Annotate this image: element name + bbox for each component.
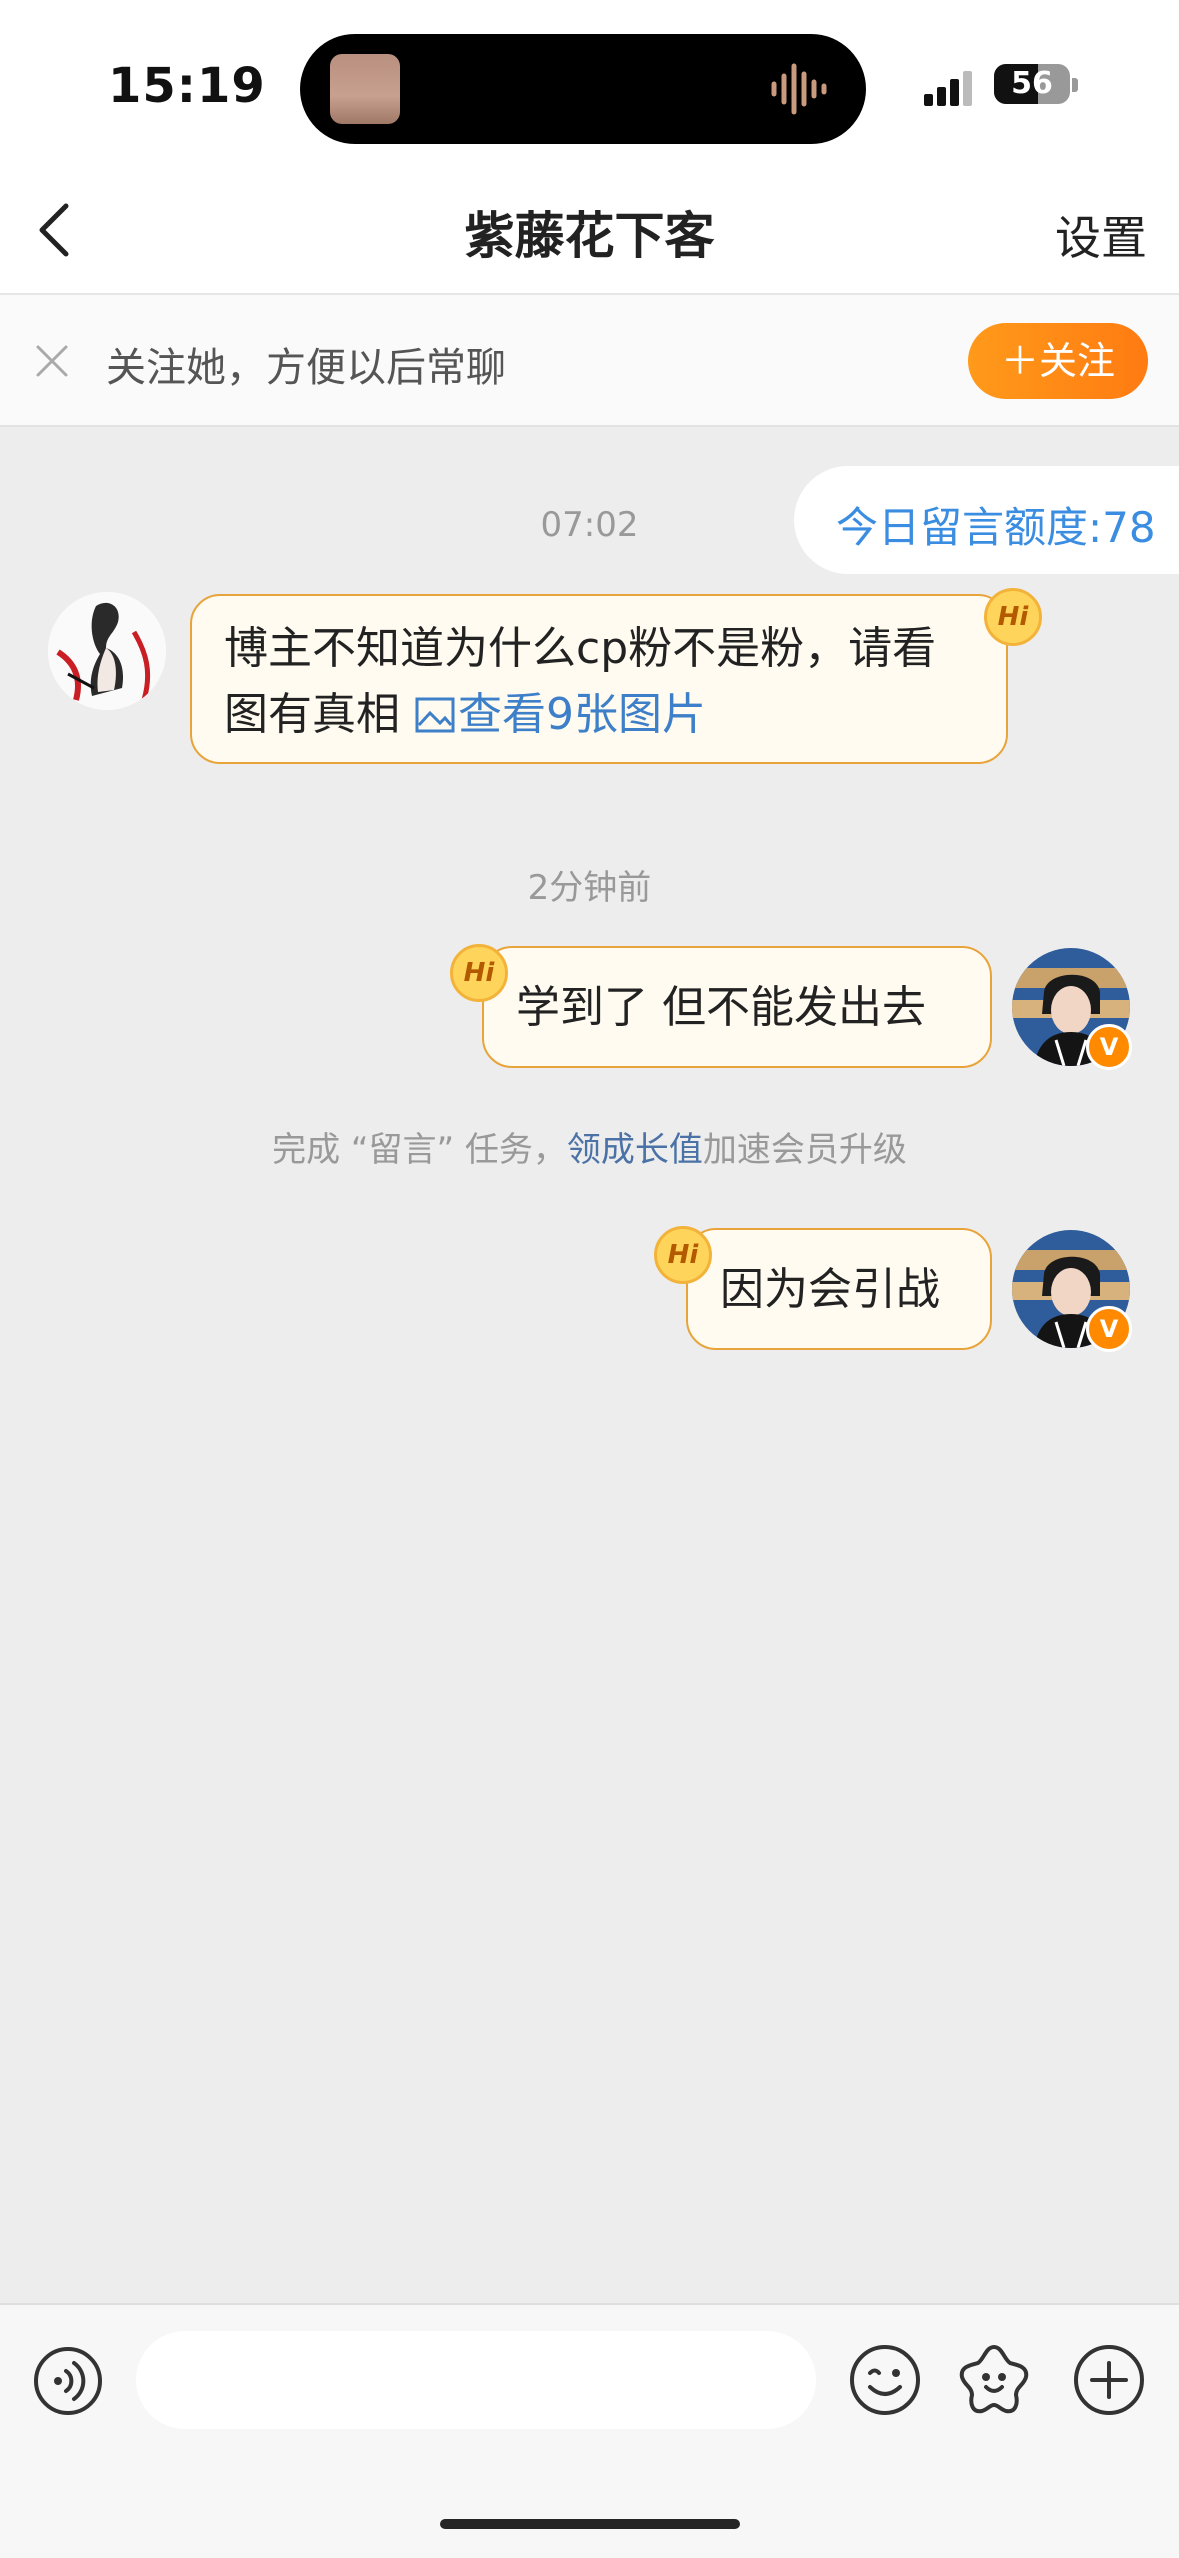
timestamp: 07:02 xyxy=(540,505,639,545)
battery-cap xyxy=(1072,78,1078,92)
emoji-icon[interactable] xyxy=(848,2343,922,2417)
follow-button[interactable]: ＋关注 xyxy=(968,323,1148,399)
follow-banner: 关注她，方便以后常聊 ＋关注 xyxy=(0,293,1179,427)
outgoing-message-text: 因为会引战 xyxy=(720,1264,940,1315)
home-indicator xyxy=(440,2519,740,2529)
outgoing-message-bubble[interactable]: 因为会引战 xyxy=(686,1228,992,1350)
voice-icon[interactable] xyxy=(32,2345,104,2417)
follow-prompt-text: 关注她，方便以后常聊 xyxy=(106,345,506,391)
growth-value-link[interactable]: 领成长值 xyxy=(567,1130,703,1170)
image-icon xyxy=(415,697,455,733)
plus-icon[interactable] xyxy=(1072,2343,1146,2417)
dynamic-island[interactable] xyxy=(300,34,866,144)
audio-wave-icon xyxy=(771,63,827,115)
page-title: 紫藤花下客 xyxy=(464,207,715,265)
task-hint-suffix: 加速会员升级 xyxy=(702,1130,907,1170)
outgoing-message-bubble[interactable]: 学到了 但不能发出去 xyxy=(482,946,992,1068)
hi-badge: Hi xyxy=(654,1226,712,1284)
input-bar xyxy=(0,2303,1179,2558)
battery-level: 56 xyxy=(1011,66,1053,101)
verified-v-badge: V xyxy=(1086,1024,1132,1070)
incoming-message-bubble[interactable]: 博主不知道为什么cp粉不是粉，请看图有真相 查看9张图片 xyxy=(190,594,1008,764)
hi-badge: Hi xyxy=(450,944,508,1002)
close-icon[interactable] xyxy=(30,339,74,383)
back-chevron-icon[interactable] xyxy=(30,200,90,260)
status-bar: 15:19 56 xyxy=(0,0,1179,170)
timestamp: 2分钟前 xyxy=(527,868,652,908)
sticker-icon[interactable] xyxy=(956,2341,1032,2417)
task-hint: 完成 “留言” 任务，领成长值加速会员升级 xyxy=(0,1122,1179,1171)
nav-bar: 紫藤花下客 设置 xyxy=(0,170,1179,293)
sender-avatar[interactable] xyxy=(48,592,166,710)
battery-icon: 56 xyxy=(994,64,1070,104)
cellular-signal-icon xyxy=(924,71,972,106)
hi-badge: Hi xyxy=(984,588,1042,646)
status-time: 15:19 xyxy=(108,58,266,114)
sender-avatar-illustration xyxy=(48,592,166,710)
task-hint-prefix: 完成 “留言” 任务， xyxy=(272,1130,567,1170)
verified-v-badge: V xyxy=(1086,1306,1132,1352)
view-images-link[interactable]: 查看9张图片 xyxy=(414,689,706,740)
now-playing-thumbnail xyxy=(330,54,400,124)
outgoing-message-text: 学到了 但不能发出去 xyxy=(516,982,926,1033)
settings-button[interactable]: 设置 xyxy=(1055,202,1147,268)
message-input[interactable] xyxy=(136,2331,816,2429)
view-images-label: 查看9张图片 xyxy=(458,689,706,740)
